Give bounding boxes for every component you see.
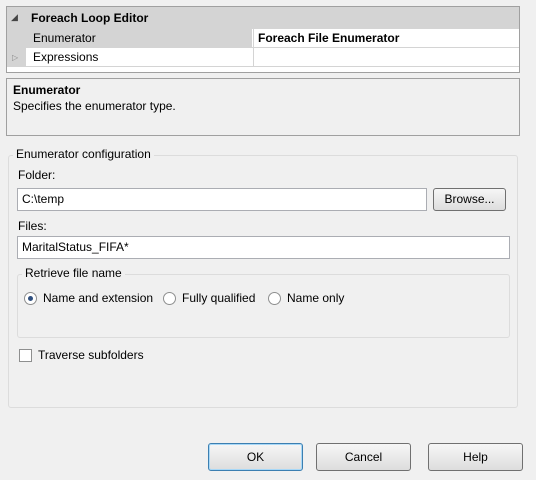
description-text: Specifies the enumerator type. xyxy=(13,99,176,113)
radio-unselected-icon[interactable] xyxy=(163,292,176,305)
property-row-enumerator[interactable]: Enumerator Foreach File Enumerator xyxy=(7,29,519,48)
description-title: Enumerator xyxy=(13,83,81,97)
files-input[interactable]: MaritalStatus_FIFA* xyxy=(17,236,510,259)
radio-selected-icon[interactable] xyxy=(24,292,37,305)
description-pane: Enumerator Specifies the enumerator type… xyxy=(6,78,520,136)
property-value[interactable]: Foreach File Enumerator xyxy=(253,29,519,47)
files-label: Files: xyxy=(18,219,47,233)
ok-button[interactable]: OK xyxy=(208,443,303,471)
radio-label: Name only xyxy=(287,291,345,305)
checkbox-unchecked-icon[interactable] xyxy=(19,349,32,362)
folder-label: Folder: xyxy=(18,168,56,182)
traverse-subfolders-label: Traverse subfolders xyxy=(38,348,144,362)
category-header[interactable]: ◢ Foreach Loop Editor xyxy=(7,7,519,29)
enumerator-configuration-legend: Enumerator configuration xyxy=(13,147,154,161)
radio-label: Name and extension xyxy=(43,291,154,305)
folder-input[interactable]: C:\temp xyxy=(17,188,427,211)
help-button[interactable]: Help xyxy=(428,443,523,471)
property-row-expressions[interactable]: ▷ Expressions xyxy=(7,48,519,67)
expand-triangle-icon[interactable]: ▷ xyxy=(12,53,18,62)
property-grid: ◢ Foreach Loop Editor Enumerator Foreach… xyxy=(6,6,520,73)
property-name: Enumerator xyxy=(26,29,252,47)
collapse-triangle-icon[interactable]: ◢ xyxy=(11,11,23,23)
property-name: Expressions xyxy=(33,50,99,64)
cancel-button[interactable]: Cancel xyxy=(316,443,411,471)
category-label: Foreach Loop Editor xyxy=(31,11,149,25)
retrieve-file-name-legend: Retrieve file name xyxy=(22,266,125,280)
property-value[interactable] xyxy=(253,48,519,66)
browse-button[interactable]: Browse... xyxy=(433,188,506,211)
radio-unselected-icon[interactable] xyxy=(268,292,281,305)
retrieve-file-name-group xyxy=(17,274,510,338)
radio-label: Fully qualified xyxy=(182,291,256,305)
